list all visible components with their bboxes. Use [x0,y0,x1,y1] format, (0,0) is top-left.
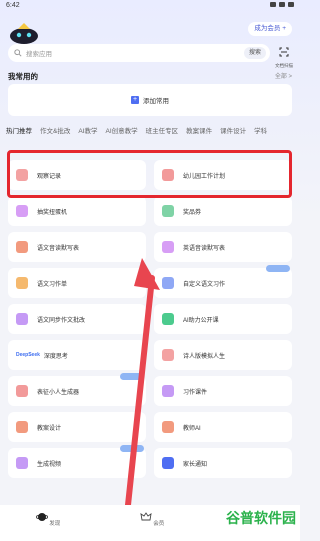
teacher-icon [162,421,174,433]
app-card-slides[interactable]: 习作课件 [154,376,292,406]
app-card-book[interactable]: 语文音读默写表 [8,232,146,262]
book-icon [16,241,28,253]
english-icon [162,241,174,253]
app-card-poet[interactable]: 诗人版模拟人生 [154,340,292,370]
app-card-essay[interactable]: 语文习作单 [8,268,146,298]
category-tabs: 热门推荐 作文&批改 AI教学 AI创意教学 班主任专区 教案课件 课件设计 学… [6,125,300,139]
app-card-label: 生成视频 [37,461,62,468]
ai-icon [162,313,174,325]
app-card-kid[interactable]: 幼儿园工作计划 [154,160,292,190]
app-card-label: 教师AI [183,425,201,432]
add-favorite-button[interactable]: + 添加常用 [8,84,292,116]
tab-subject[interactable]: 学科 [254,125,267,139]
grade-icon [16,313,28,325]
search-icon [14,49,22,57]
app-card-grade[interactable]: 语文同步作文批改 [8,304,146,334]
nav-member-label: 会员 [153,521,165,527]
app-card-label: 诗人版模拟人生 [183,353,226,360]
app-card-teacher[interactable]: 教师AI [154,412,292,442]
app-card-deepseek[interactable]: DeepSeek 深度思考 [8,340,146,370]
app-card-plan[interactable]: 教案设计 [8,412,146,442]
app-card-ticket[interactable]: 奖品券 [154,196,292,226]
tab-ai-teaching[interactable]: AI教学 [78,125,97,139]
battery-icon [288,2,294,7]
app-card-parent[interactable]: 家长通知 [154,448,292,478]
tab-ai-creative[interactable]: AI创意教学 [106,125,138,139]
tab-head-teacher[interactable]: 班主任专区 [146,125,179,139]
deepseek-icon: DeepSeek [16,352,40,358]
figure-icon [16,385,28,397]
search-button[interactable]: 搜索 [243,47,266,59]
tab-essay[interactable]: 作文&批改 [40,125,70,139]
mascot-logo-icon [10,23,38,44]
favorites-title: 我常用的 [8,72,38,81]
note-icon [16,169,28,181]
app-card-label: 教案设计 [37,425,62,432]
tab-lesson-plan[interactable]: 教案课件 [186,125,212,139]
gacha-icon [16,205,28,217]
new-badge-icon [120,373,144,380]
app-card-label: 抽奖扭蛋机 [37,209,68,216]
favorites-all-link[interactable]: 全部 > [275,71,292,80]
scan-icon [279,47,289,57]
kid-icon [162,169,174,181]
status-bar: 6:42 [0,0,300,12]
watermark: 谷普软件园 [226,511,296,527]
app-card-gacha[interactable]: 抽奖扭蛋机 [8,196,146,226]
doc-scan-button[interactable]: 文档扫描 [274,44,294,68]
search-bar[interactable]: 搜索应用 搜索 [8,44,270,62]
essay-icon [16,277,28,289]
app-card-label: 表征小人生成器 [37,389,80,396]
poet-icon [162,349,174,361]
planet-icon [35,513,49,521]
search-input[interactable]: 搜索应用 [26,48,52,58]
app-card-label: AI助力公开课 [183,317,219,324]
slides-icon [162,385,174,397]
add-favorite-label: 添加常用 [143,98,169,105]
app-card-figure[interactable]: 表征小人生成器 [8,373,146,406]
scan-label: 文档扫描 [275,63,293,68]
app-card-label: 语文音读默写表 [37,245,80,252]
app-card-label: 家长通知 [183,461,208,468]
app-card-label: 语文习作单 [37,281,68,288]
app-card-label: 自定义语文习作 [183,281,226,288]
parent-icon [162,457,174,469]
video-icon [16,457,28,469]
app-card-english[interactable]: 英语音读默写表 [154,232,292,262]
crown-icon [140,512,152,521]
app-card-note[interactable]: 观察记录 [8,160,146,190]
app-card-label: 幼儿园工作计划 [183,173,226,180]
nav-discover-label: 发现 [49,521,61,527]
wifi-icon [270,2,276,7]
app-card-label: 习作课件 [183,389,208,396]
app-card-video[interactable]: 生成视频 [8,445,146,478]
app-card-ai[interactable]: AI助力公开课 [154,304,292,334]
tab-courseware[interactable]: 课件设计 [220,125,246,139]
plus-icon: + [131,96,139,104]
app-card-label: 语文同步作文批改 [37,317,86,324]
new-badge-icon [266,265,290,272]
status-time: 6:42 [6,2,20,9]
app-card-label: 奖品券 [183,209,202,216]
app-card-custom[interactable]: 自定义语文习作 [154,265,292,298]
app-card-label: 英语音读默写表 [183,245,226,252]
nav-member[interactable]: 会员 [122,511,182,527]
app-card-label: 深度思考 [43,353,68,360]
nav-discover[interactable]: 发现 [18,511,78,527]
custom-icon [162,277,174,289]
new-badge-icon [120,445,144,452]
signal-icon [279,2,285,7]
app-card-label: 观察记录 [37,173,62,180]
ticket-icon [162,205,174,217]
plan-icon [16,421,28,433]
status-icons [270,2,294,7]
become-member-button[interactable]: 成为会员 + [248,22,292,36]
tab-hot[interactable]: 热门推荐 [6,125,32,139]
